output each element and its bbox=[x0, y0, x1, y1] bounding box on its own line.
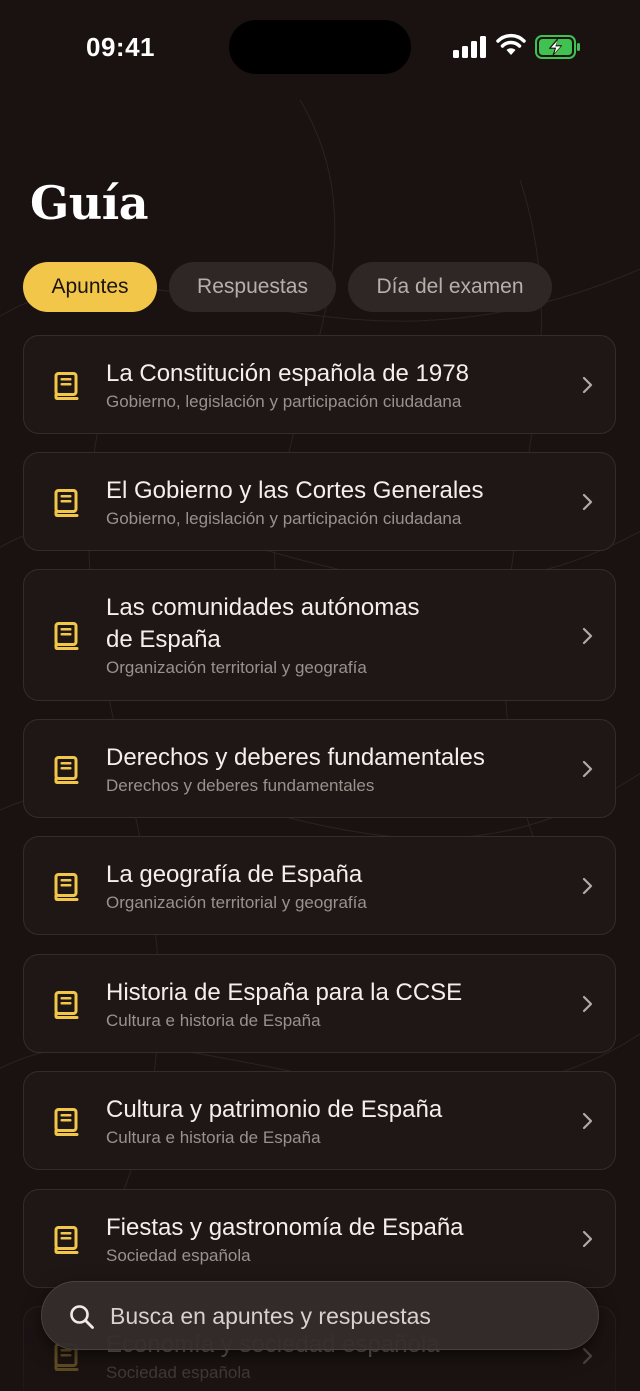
chevron-right-icon bbox=[582, 1347, 593, 1365]
note-card[interactable]: El Gobierno y las Cortes Generales Gobie… bbox=[23, 452, 616, 551]
note-title-line-2: de España bbox=[106, 626, 221, 653]
note-category: Organización territorial y geografía bbox=[106, 658, 367, 677]
status-time: 09:41 bbox=[86, 32, 155, 62]
tab-dia-del-examen[interactable]: Día del examen bbox=[348, 262, 552, 312]
battery-charging-icon bbox=[535, 35, 580, 59]
note-category: Derechos y deberes fundamentales bbox=[106, 776, 375, 795]
note-card[interactable]: Cultura y patrimonio de España Cultura e… bbox=[23, 1071, 616, 1170]
note-card[interactable]: La Constitución española de 1978 Gobiern… bbox=[23, 335, 616, 434]
search-bar[interactable] bbox=[41, 1281, 599, 1351]
tab-apuntes[interactable]: Apuntes bbox=[23, 262, 157, 312]
wifi-icon bbox=[496, 33, 526, 55]
note-title: La Constitución española de 1978 bbox=[106, 360, 469, 387]
note-title: La geografía de España bbox=[106, 861, 363, 888]
book-icon bbox=[54, 372, 79, 400]
note-card[interactable]: La geografía de España Organización terr… bbox=[23, 836, 616, 935]
book-icon bbox=[54, 1108, 79, 1136]
chevron-right-icon bbox=[582, 1112, 593, 1130]
book-icon bbox=[54, 622, 79, 650]
note-category: Gobierno, legislación y participación ci… bbox=[106, 392, 462, 411]
status-bar: 09:41 bbox=[0, 0, 640, 96]
note-card[interactable]: Derechos y deberes fundamentales Derecho… bbox=[23, 719, 616, 818]
chevron-right-icon bbox=[582, 760, 593, 778]
note-card[interactable]: Historia de España para la CCSE Cultura … bbox=[23, 954, 616, 1053]
book-icon bbox=[54, 991, 79, 1019]
cellular-signal-icon bbox=[453, 36, 486, 58]
note-category: Organización territorial y geografía bbox=[106, 893, 367, 912]
dynamic-island bbox=[229, 20, 411, 74]
chevron-right-icon bbox=[582, 1230, 593, 1248]
note-title: Derechos y deberes fundamentales bbox=[106, 744, 485, 771]
tab-respuestas[interactable]: Respuestas bbox=[169, 262, 336, 312]
chevron-right-icon bbox=[582, 376, 593, 394]
chevron-right-icon bbox=[582, 877, 593, 895]
note-card[interactable]: Las comunidades autónomas de España Orga… bbox=[23, 569, 616, 701]
note-title-line-1: Las comunidades autónomas bbox=[106, 594, 420, 621]
chevron-right-icon bbox=[582, 493, 593, 511]
note-category: Cultura e historia de España bbox=[106, 1011, 321, 1030]
note-category: Cultura e historia de España bbox=[106, 1128, 321, 1147]
note-category: Sociedad española bbox=[106, 1246, 251, 1265]
note-title: El Gobierno y las Cortes Generales bbox=[106, 477, 484, 504]
chevron-right-icon bbox=[582, 627, 593, 645]
book-icon bbox=[54, 756, 79, 784]
note-category: Sociedad española bbox=[106, 1363, 251, 1382]
search-input[interactable] bbox=[110, 1282, 580, 1351]
note-title: Cultura y patrimonio de España bbox=[106, 1096, 443, 1123]
book-icon bbox=[54, 489, 79, 517]
note-title: Fiestas y gastronomía de España bbox=[106, 1214, 464, 1241]
note-category: Gobierno, legislación y participación ci… bbox=[106, 509, 462, 528]
book-icon bbox=[54, 1226, 79, 1254]
note-card[interactable]: Fiestas y gastronomía de España Sociedad… bbox=[23, 1189, 616, 1288]
page-title: Guía bbox=[30, 176, 149, 230]
book-icon bbox=[54, 873, 79, 901]
note-title: Historia de España para la CCSE bbox=[106, 979, 463, 1006]
chevron-right-icon bbox=[582, 995, 593, 1013]
search-icon bbox=[70, 1305, 94, 1329]
